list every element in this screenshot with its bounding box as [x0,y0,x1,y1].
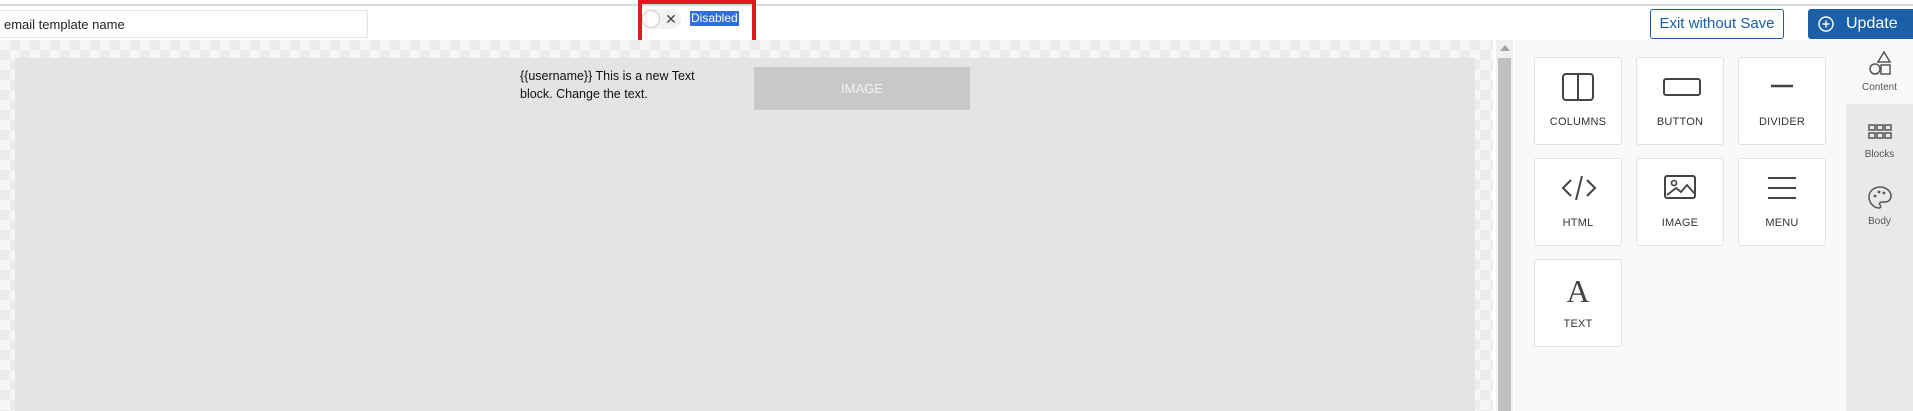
update-button[interactable]: Update [1808,9,1913,39]
html-code-icon [1561,175,1597,201]
text-block[interactable]: {{username}} This is a new Text block. C… [520,67,710,103]
tile-label: TEXT [1563,318,1593,330]
image-block[interactable]: IMAGE [754,67,970,110]
columns-icon [1562,73,1594,101]
tile-html[interactable]: HTML [1534,158,1622,246]
exit-without-save-button[interactable]: Exit without Save [1650,9,1784,39]
divider-icon [1771,84,1793,88]
tab-content[interactable]: Content [1846,40,1913,104]
tile-divider[interactable]: DIVIDER [1738,57,1826,145]
plus-circle-icon [1818,16,1834,32]
tile-image[interactable]: IMAGE [1636,158,1724,246]
tile-menu[interactable]: MENU [1738,158,1826,246]
tab-label: Blocks [1864,149,1895,160]
content-panel: COLUMNS BUTTON DIVIDER HTML IMAGE MENU A… [1514,40,1846,411]
side-tabs: Content Blocks Body [1846,40,1913,411]
update-label: Update [1846,15,1898,32]
scroll-up-icon[interactable] [1500,45,1510,51]
tile-label: DIVIDER [1758,116,1806,128]
text-icon: A [1566,274,1589,308]
canvas-scrollbar[interactable] [1496,40,1513,411]
tile-label: COLUMNS [1549,116,1607,128]
tab-body[interactable]: Body [1846,174,1913,238]
grid-icon [1868,124,1892,139]
tile-label: HTML [1562,217,1594,229]
scroll-thumb[interactable] [1498,58,1511,411]
tile-label: IMAGE [1661,217,1699,229]
image-icon [1664,175,1696,199]
shapes-icon [1869,50,1892,75]
menu-icon [1768,177,1796,199]
tile-label: MENU [1765,217,1799,229]
button-icon [1663,78,1701,96]
tab-label: Content [1861,82,1898,93]
template-name-input[interactable] [0,10,368,38]
email-body[interactable] [15,58,1475,411]
tile-button[interactable]: BUTTON [1636,57,1724,145]
tile-text[interactable]: A TEXT [1534,259,1622,347]
svg-text:A: A [1566,274,1589,308]
tile-label: BUTTON [1656,116,1704,128]
tab-label: Body [1868,216,1891,227]
tab-blocks[interactable]: Blocks [1846,107,1913,171]
tile-columns[interactable]: COLUMNS [1534,57,1622,145]
palette-icon [1868,186,1892,209]
